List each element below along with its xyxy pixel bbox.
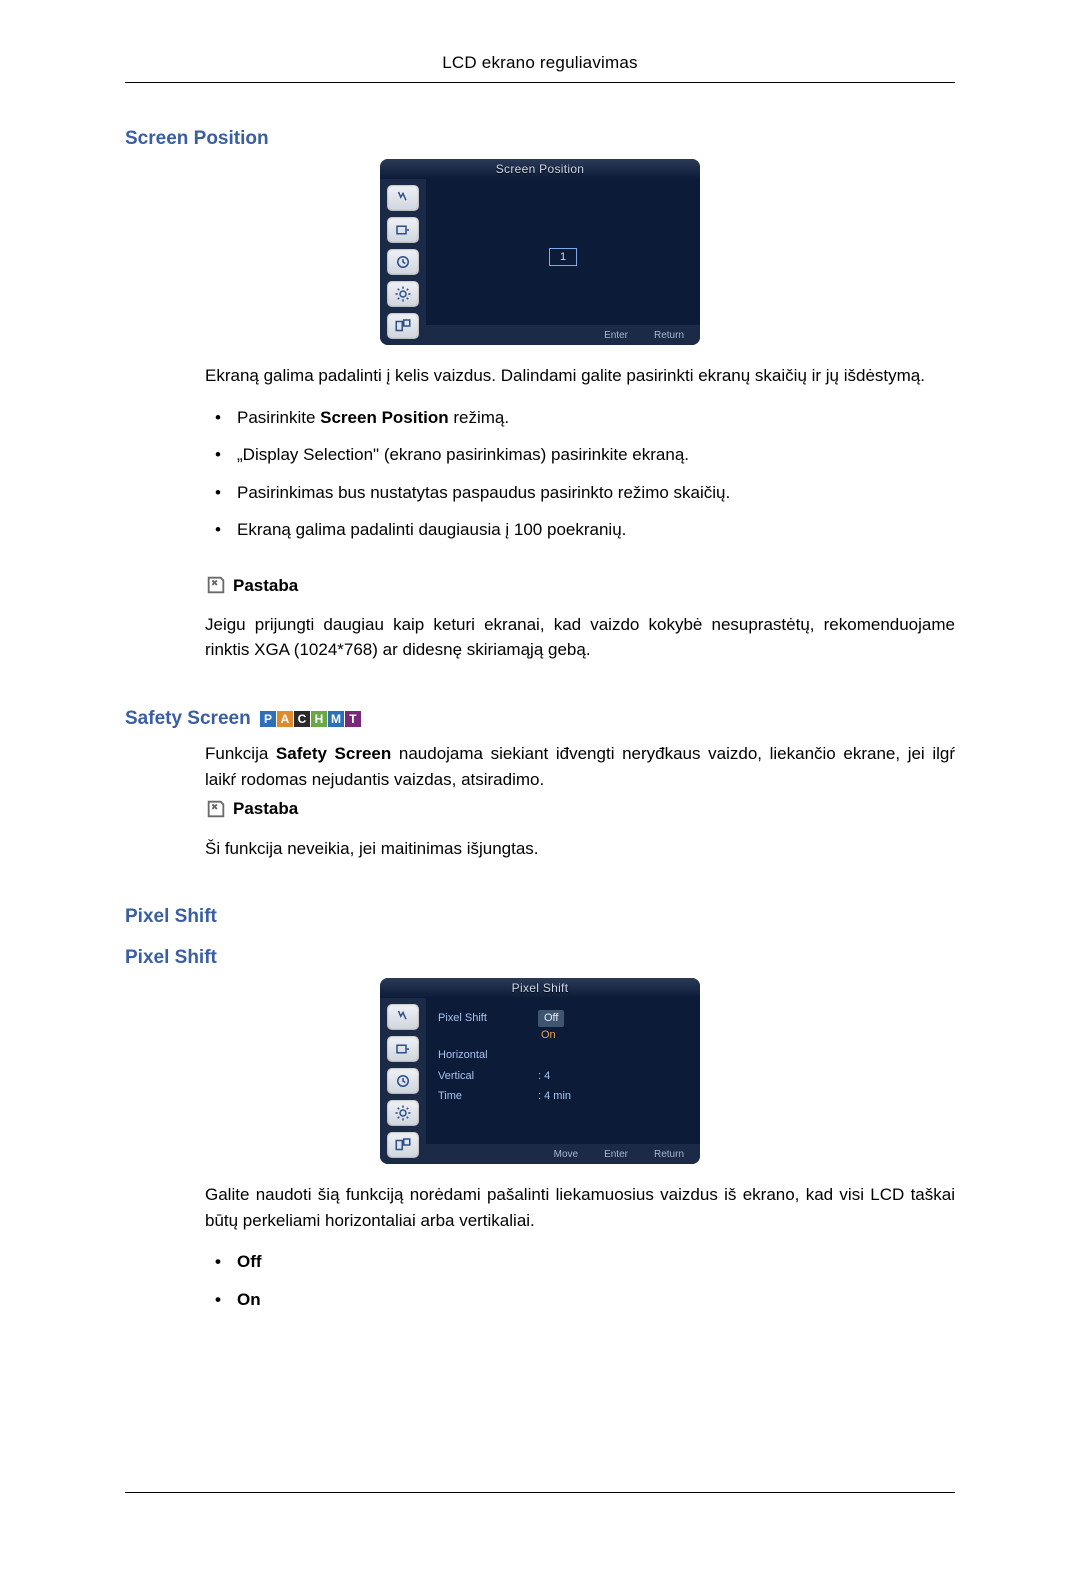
screen-position-steps: Pasirinkite Screen Position režimą. „Dis… <box>205 405 955 543</box>
badge-p: P <box>260 711 276 727</box>
note-icon <box>205 798 227 820</box>
list-item: On <box>205 1287 955 1313</box>
list-item: Off <box>205 1249 955 1275</box>
note-label: Pastaba <box>233 796 298 822</box>
osd-row-horizontal: Horizontal <box>438 1045 688 1066</box>
osd-title: Pixel Shift <box>380 978 700 998</box>
list-item: Pasirinkite Screen Position režimą. <box>205 405 955 431</box>
note-body: Ši funkcija neveikia, jei maitinimas išj… <box>205 836 955 862</box>
osd-pixel-shift: Pixel Shift Pixel Shift OffOn <box>380 978 700 1164</box>
badge-c: C <box>294 711 310 727</box>
osd-icon-picture <box>387 185 419 211</box>
pixel-shift-intro: Galite naudoti šią funkciją norėdami paš… <box>205 1182 955 1233</box>
osd-side-icons <box>380 998 426 1164</box>
osd-icon-picture <box>387 1004 419 1030</box>
footer-divider <box>125 1492 955 1493</box>
osd-footer-return: Return <box>644 328 684 343</box>
badge-t: T <box>345 711 361 727</box>
section-heading-pixel-shift-2: Pixel Shift <box>125 944 955 973</box>
badge-h: H <box>311 711 327 727</box>
note-body: Jeigu prijungti daugiau kaip keturi ekra… <box>205 612 955 663</box>
osd-screen-position: Screen Position <box>380 159 700 345</box>
section-heading-screen-position: Screen Position <box>125 125 955 154</box>
note-label: Pastaba <box>233 573 298 599</box>
note-icon <box>205 574 227 596</box>
section-heading-safety-screen: Safety Screen P A C H M T <box>125 705 955 734</box>
pixel-shift-options: Off On <box>205 1249 955 1312</box>
osd-icon-time <box>387 249 419 275</box>
osd-icon-time <box>387 1068 419 1094</box>
safety-screen-intro: Funkcija Safety Screen naudojama siekian… <box>205 741 955 792</box>
osd-icon-setup <box>387 1100 419 1126</box>
osd-row-time: Time : 4 min <box>438 1086 688 1107</box>
osd-position-number: 1 <box>549 248 577 266</box>
osd-icon-input <box>387 217 419 243</box>
osd-row-pixel-shift: Pixel Shift OffOn <box>438 1008 688 1045</box>
badge-a: A <box>277 711 293 727</box>
osd-row-vertical: Vertical : 4 <box>438 1066 688 1087</box>
osd-footer-return: Return <box>644 1147 684 1162</box>
osd-footer-move: Move <box>544 1147 578 1162</box>
osd-icon-multi <box>387 313 419 339</box>
section-heading-pixel-shift-1: Pixel Shift <box>125 903 955 932</box>
header-divider <box>125 82 955 83</box>
osd-icon-multi <box>387 1132 419 1158</box>
osd-title: Screen Position <box>380 159 700 179</box>
osd-icon-input <box>387 1036 419 1062</box>
osd-side-icons <box>380 179 426 345</box>
value-on: On <box>541 1029 556 1041</box>
osd-footer-enter: Enter <box>594 328 628 343</box>
page-title: LCD ekrano reguliavimas <box>125 50 955 82</box>
screen-position-intro: Ekraną galima padalinti į kelis vaizdus.… <box>205 363 955 389</box>
list-item: Ekraną galima padalinti daugiausia į 100… <box>205 517 955 543</box>
list-item: „Display Selection" (ekrano pasirinkimas… <box>205 442 955 468</box>
mode-badges: P A C H M T <box>260 711 361 727</box>
osd-footer-enter: Enter <box>594 1147 628 1162</box>
osd-icon-setup <box>387 281 419 307</box>
value-off: Off <box>538 1010 564 1027</box>
list-item: Pasirinkimas bus nustatytas paspaudus pa… <box>205 480 955 506</box>
badge-m: M <box>328 711 344 727</box>
